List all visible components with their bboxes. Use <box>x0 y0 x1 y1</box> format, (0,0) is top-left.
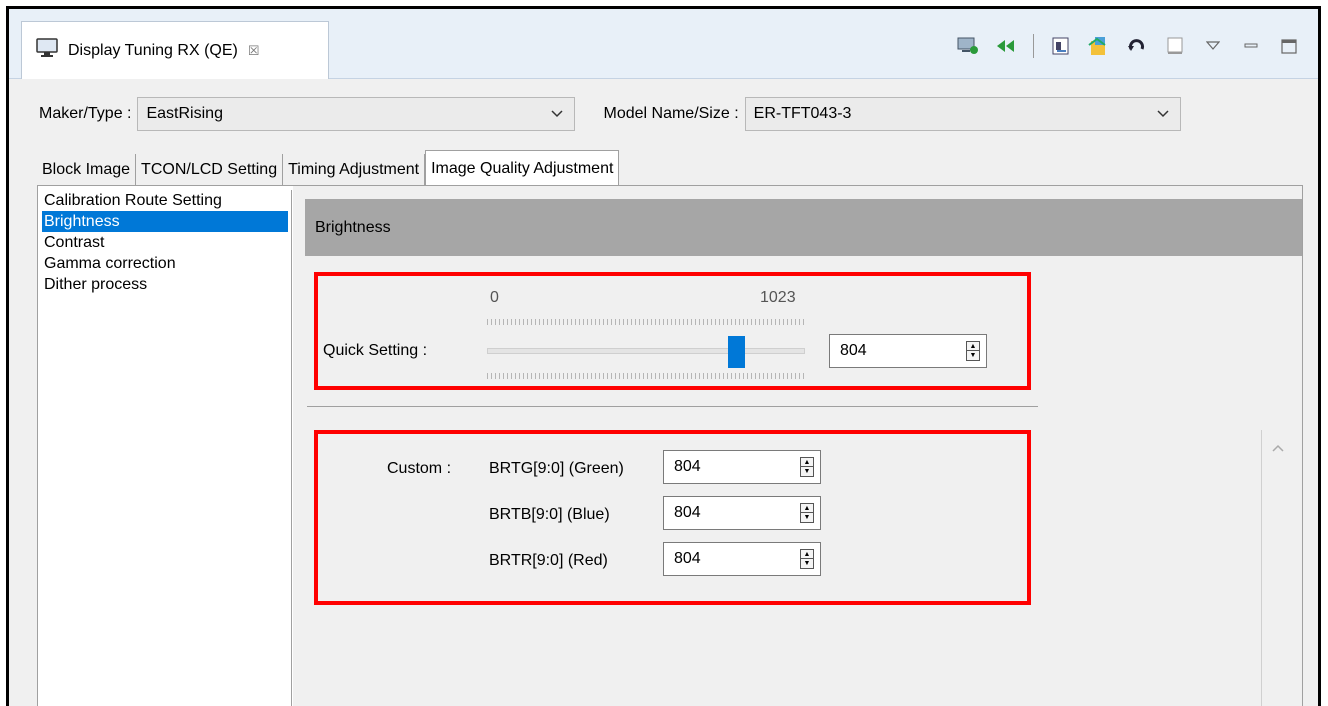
spin-down-icon[interactable]: ▼ <box>801 559 813 568</box>
brtg-label: BRTG[9:0] (Green) <box>489 460 624 477</box>
brtr-label: BRTR[9:0] (Red) <box>489 552 608 569</box>
settings-tabs: Block Image TCON/LCD Setting Timing Adju… <box>37 150 620 186</box>
nav-item-contrast[interactable]: Contrast <box>42 232 288 253</box>
slider-max-label: 1023 <box>760 289 796 306</box>
minimize-icon[interactable] <box>1240 35 1262 57</box>
brtb-value: 804 <box>674 504 701 521</box>
section-divider <box>307 406 1038 407</box>
view-tab-title: Display Tuning RX (QE) <box>68 41 238 59</box>
close-icon[interactable]: ☒ <box>248 43 260 59</box>
brtb-label: BRTB[9:0] (Blue) <box>489 506 610 523</box>
spin-up-icon[interactable]: ▲ <box>801 458 813 467</box>
custom-label: Custom : <box>387 460 452 477</box>
nav-item-calibration-route-setting[interactable]: Calibration Route Setting <box>42 190 288 211</box>
model-name-value: ER-TFT043-3 <box>753 105 852 122</box>
section-title: Brightness <box>315 218 391 236</box>
brtg-value: 804 <box>674 458 701 475</box>
nav-item-brightness[interactable]: Brightness <box>42 211 288 232</box>
brightness-slider-track[interactable] <box>487 348 805 354</box>
refresh-icon[interactable] <box>1126 35 1148 57</box>
chevron-down-icon <box>1156 106 1170 125</box>
scroll-up-icon[interactable] <box>1271 440 1285 456</box>
tab-image-quality-adjustment[interactable]: Image Quality Adjustment <box>425 150 620 186</box>
slider-ticks-bottom <box>487 373 805 379</box>
tab-timing-adjustment[interactable]: Timing Adjustment <box>283 154 426 186</box>
image-quality-panel: Calibration Route Setting Brightness Con… <box>37 185 1303 706</box>
spinner-buttons[interactable]: ▲ ▼ <box>800 457 814 477</box>
settings-wizard-icon[interactable] <box>1088 35 1110 57</box>
maker-type-label: Maker/Type : <box>39 105 132 122</box>
section-header: Brightness <box>305 199 1302 256</box>
brightness-settings-area: Brightness 0 1023 Quick Setting : 804 ▲ … <box>293 186 1302 706</box>
maximize-icon[interactable] <box>1278 35 1300 57</box>
tab-tcon-lcd-setting[interactable]: TCON/LCD Setting <box>136 154 284 186</box>
toolbar-separator <box>1033 34 1034 58</box>
view-toolbar <box>957 34 1300 58</box>
spin-down-icon[interactable]: ▼ <box>967 351 979 360</box>
device-selection-row: Maker/Type : EastRising Model Name/Size … <box>39 97 1181 131</box>
spin-up-icon[interactable]: ▲ <box>801 504 813 513</box>
view-tab-display-tuning[interactable]: Display Tuning RX (QE) ☒ <box>21 21 329 79</box>
spinner-buttons[interactable]: ▲ ▼ <box>800 549 814 569</box>
spin-down-icon[interactable]: ▼ <box>801 467 813 476</box>
model-name-label: Model Name/Size : <box>603 105 739 122</box>
maker-type-value: EastRising <box>146 105 223 122</box>
spin-up-icon[interactable]: ▲ <box>801 550 813 559</box>
view-content: Maker/Type : EastRising Model Name/Size … <box>9 79 1318 706</box>
spin-down-icon[interactable]: ▼ <box>801 513 813 522</box>
brtb-spinner[interactable]: 804 ▲ ▼ <box>663 496 821 530</box>
spinner-buttons[interactable]: ▲ ▼ <box>800 503 814 523</box>
view-tab-bar: Display Tuning RX (QE) ☒ <box>9 9 1318 79</box>
spin-up-icon[interactable]: ▲ <box>967 342 979 351</box>
brightness-slider-thumb[interactable] <box>728 336 746 368</box>
minimize-panel-icon[interactable] <box>1164 35 1186 57</box>
adjustment-nav-list: Calibration Route Setting Brightness Con… <box>42 190 292 706</box>
monitor-icon <box>36 38 58 63</box>
eclipse-view: Display Tuning RX (QE) ☒ Maker/Type: Ea… <box>6 6 1321 706</box>
maker-type-combo[interactable]: EastRising <box>137 97 576 131</box>
brtr-value: 804 <box>674 550 701 567</box>
quick-setting-value: 804 <box>840 342 867 359</box>
slider-min-label: 0 <box>490 289 499 306</box>
brtr-spinner[interactable]: 804 ▲ ▼ <box>663 542 821 576</box>
connect-icon[interactable] <box>957 35 979 57</box>
quick-setting-spinner[interactable]: 804 ▲ ▼ <box>829 334 987 368</box>
tab-block-image[interactable]: Block Image <box>37 154 137 186</box>
nav-item-dither-process[interactable]: Dither process <box>42 274 288 295</box>
spinner-buttons[interactable]: ▲ ▼ <box>966 341 980 361</box>
vertical-scrollbar[interactable] <box>1261 430 1262 706</box>
export-icon[interactable] <box>1050 35 1072 57</box>
slider-ticks-top <box>487 319 805 325</box>
chevron-down-icon <box>550 106 564 125</box>
quick-setting-label: Quick Setting : <box>323 342 428 359</box>
view-menu-icon[interactable] <box>1202 35 1224 57</box>
nav-item-gamma-correction[interactable]: Gamma correction <box>42 253 288 274</box>
rewind-icon[interactable] <box>995 35 1017 57</box>
model-name-combo[interactable]: ER-TFT043-3 <box>744 97 1181 131</box>
brtg-spinner[interactable]: 804 ▲ ▼ <box>663 450 821 484</box>
